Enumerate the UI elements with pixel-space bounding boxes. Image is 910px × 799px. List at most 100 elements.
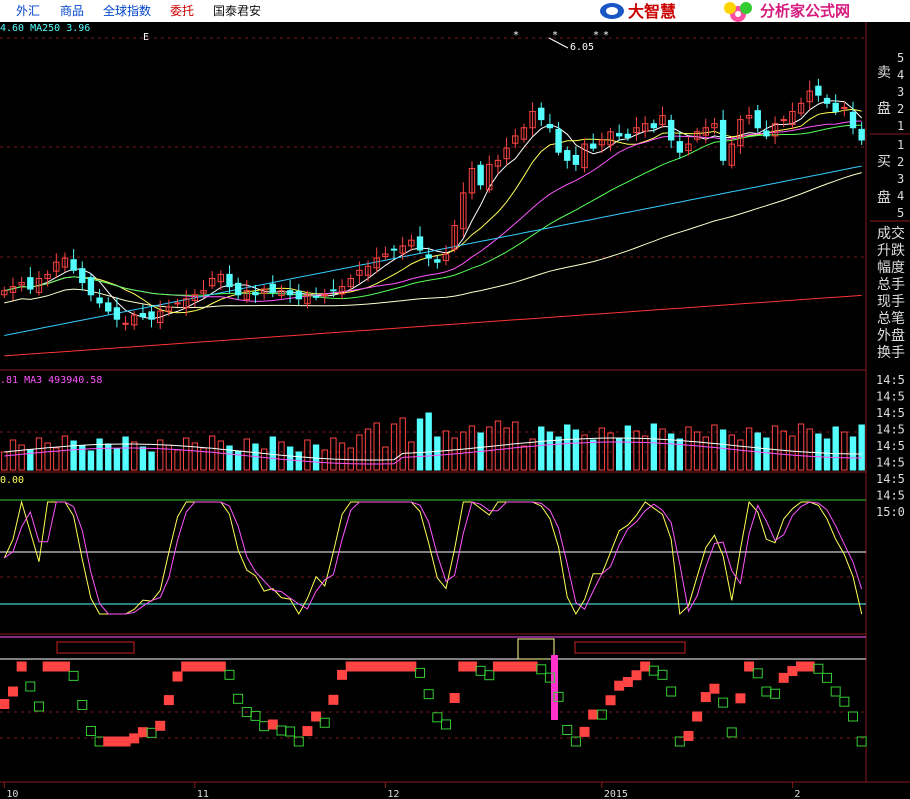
volume-bar bbox=[763, 437, 770, 471]
watermark-title: 分析家公式网 bbox=[760, 2, 850, 20]
candle-body bbox=[113, 307, 121, 320]
candle-body bbox=[295, 290, 302, 300]
candle-body bbox=[832, 102, 839, 112]
candle-body bbox=[390, 248, 398, 251]
stat-label: 换手 bbox=[877, 344, 905, 361]
volume-bar bbox=[434, 436, 441, 471]
candle-body bbox=[234, 282, 242, 296]
signal-box bbox=[458, 661, 469, 672]
signal-box bbox=[614, 680, 625, 691]
candle-body bbox=[330, 289, 337, 292]
signal-box bbox=[267, 719, 278, 730]
signal-box bbox=[778, 672, 789, 683]
signal-box bbox=[337, 669, 348, 680]
signal-box bbox=[510, 661, 521, 672]
candle-body bbox=[416, 236, 424, 251]
buy-level: 1 bbox=[897, 138, 904, 152]
volume-bar bbox=[113, 448, 121, 471]
volume-bar bbox=[139, 446, 147, 471]
signal-magenta-bar bbox=[551, 655, 558, 720]
candle-body bbox=[667, 119, 675, 141]
signal-box bbox=[59, 661, 70, 672]
signal-box bbox=[328, 694, 339, 705]
watermark-flower-icon bbox=[724, 2, 752, 22]
signal-box bbox=[51, 661, 62, 672]
candle-body bbox=[252, 291, 259, 296]
x-tick-label: 2 bbox=[794, 789, 800, 799]
candle-body bbox=[286, 290, 294, 296]
volume-bar bbox=[823, 438, 831, 471]
volume-indicator-label: .81 MA3 493940.58 bbox=[0, 375, 102, 386]
candle-body bbox=[477, 164, 484, 186]
buy-label: 买 bbox=[877, 154, 891, 170]
trade-time: 14:5 bbox=[876, 489, 905, 503]
star-marker: * bbox=[593, 30, 599, 41]
star-marker: * bbox=[513, 30, 519, 41]
candle-body bbox=[434, 259, 441, 263]
signal-box bbox=[371, 661, 382, 672]
candle-body bbox=[616, 132, 623, 137]
volume-bar bbox=[858, 424, 865, 471]
candle-body bbox=[780, 119, 787, 122]
tab-global-index[interactable]: 全球指数 bbox=[103, 3, 151, 19]
volume-bar bbox=[96, 438, 103, 471]
candle-body bbox=[555, 128, 562, 153]
stock-chart[interactable]: 4.60 MA250 3.96 .81 MA3 493940.58 0.00 E… bbox=[0, 22, 910, 799]
candle-body bbox=[174, 302, 181, 305]
signal-box bbox=[172, 671, 183, 682]
volume-bar bbox=[87, 450, 95, 471]
stat-label: 外盘 bbox=[877, 327, 905, 344]
candle-body bbox=[87, 277, 95, 296]
volume-bar bbox=[148, 451, 155, 471]
signal-box bbox=[207, 661, 218, 672]
signal-box bbox=[354, 661, 365, 672]
tab-broker[interactable]: 国泰君安 bbox=[213, 3, 261, 19]
tab-forex[interactable]: 外汇 bbox=[16, 3, 40, 19]
candle-body bbox=[321, 294, 328, 297]
signal-box bbox=[605, 695, 616, 706]
signal-box bbox=[155, 720, 166, 731]
signal-box bbox=[302, 726, 313, 737]
buy-level: 5 bbox=[897, 206, 904, 220]
signal-box bbox=[120, 736, 131, 747]
tab-entrust[interactable]: 委托 bbox=[170, 3, 194, 19]
signal-box bbox=[345, 661, 356, 672]
signal-box bbox=[389, 661, 400, 672]
candle-body bbox=[719, 119, 727, 161]
candle-body bbox=[269, 283, 276, 293]
tab-commodities[interactable]: 商品 bbox=[60, 3, 84, 19]
trade-time: 14:5 bbox=[876, 423, 905, 437]
brand-text: 大智慧 bbox=[628, 2, 676, 21]
signal-box bbox=[796, 661, 807, 672]
signal-box bbox=[709, 683, 720, 694]
trade-time: 14:5 bbox=[876, 390, 905, 404]
sell-label: 盘 bbox=[877, 100, 891, 117]
x-tick-label: 12 bbox=[387, 789, 399, 799]
candle-body bbox=[754, 110, 761, 129]
volume-bar bbox=[538, 426, 545, 471]
volume-bar bbox=[269, 436, 276, 471]
x-tick-label: 10 bbox=[6, 789, 18, 799]
candle-body bbox=[70, 259, 77, 271]
signal-box bbox=[16, 661, 27, 672]
candle-body bbox=[849, 111, 857, 129]
volume-bar bbox=[286, 446, 294, 471]
buy-level: 2 bbox=[897, 155, 904, 169]
volume-bar bbox=[425, 412, 432, 471]
buy-label: 盘 bbox=[877, 189, 891, 206]
event-marker: E bbox=[143, 32, 149, 43]
signal-box bbox=[744, 661, 755, 672]
candle-body bbox=[538, 107, 545, 121]
candle-body bbox=[624, 133, 632, 139]
sell-level: 1 bbox=[897, 119, 904, 133]
volume-bar bbox=[616, 437, 623, 471]
signal-box bbox=[588, 709, 599, 720]
signal-box bbox=[215, 661, 226, 672]
candle-body bbox=[572, 154, 580, 165]
signal-box bbox=[692, 711, 703, 722]
signal-box bbox=[181, 661, 192, 672]
sell-level: 4 bbox=[897, 68, 904, 82]
candle-body bbox=[564, 150, 571, 161]
signal-box bbox=[129, 733, 140, 744]
stat-label: 总手 bbox=[877, 277, 905, 293]
